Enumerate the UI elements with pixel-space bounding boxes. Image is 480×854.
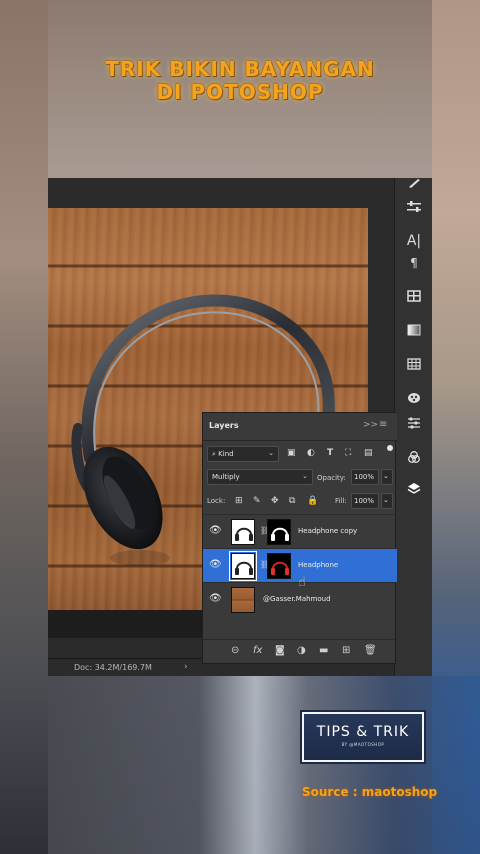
chevron-down-icon: ⌄ xyxy=(383,472,389,480)
opacity-value: 100% xyxy=(354,473,375,481)
background-bottom-blur xyxy=(48,676,480,854)
fill-value: 100% xyxy=(354,497,375,505)
collapse-panel-button[interactable]: >> xyxy=(363,420,378,430)
filter-pixel-icon[interactable]: ▣ xyxy=(287,448,296,458)
blend-mode-select[interactable]: Multiply ⌄ xyxy=(207,469,313,485)
opacity-label: Opacity: xyxy=(317,474,346,482)
headphone-mask-icon xyxy=(271,527,289,541)
overlay-title-line-1: TRIK BIKIN BAYANGAN xyxy=(105,57,375,81)
background-left-blur xyxy=(0,0,48,854)
filter-type-icon[interactable]: T xyxy=(327,448,333,458)
swatches-grid-icon[interactable] xyxy=(395,358,433,374)
layer-name[interactable]: Headphone copy xyxy=(298,527,357,535)
layer-mask-thumbnail[interactable] xyxy=(267,519,291,545)
chevron-down-icon: ⌄ xyxy=(302,472,308,480)
fx-icon[interactable]: fx xyxy=(253,645,262,656)
layer-thumbnail xyxy=(229,551,257,581)
fill-dropdown[interactable]: ⌄ xyxy=(381,493,393,509)
headphone-mask-icon xyxy=(271,561,289,575)
tab-layers[interactable]: Layers xyxy=(209,421,239,430)
visibility-eye-icon[interactable]: 👁 xyxy=(209,559,222,570)
libraries-icon[interactable] xyxy=(395,290,433,306)
lock-position-icon[interactable]: ✥ xyxy=(271,496,279,506)
layers-panel: Layers >> ≡ ⌕ Kind ⌄ ▣ ◐ T ⛶ ▤ Multiply … xyxy=(202,412,397,664)
tips-trik-badge: TIPS & TRIK BY @MAOTOSHOP xyxy=(300,710,426,764)
status-menu-arrow[interactable]: › xyxy=(184,662,188,672)
add-mask-icon[interactable]: ◙ xyxy=(275,645,285,656)
layers-icon[interactable] xyxy=(395,482,433,500)
adjust-sliders-icon[interactable] xyxy=(395,200,433,218)
panel-menu-icon[interactable]: ≡ xyxy=(379,419,387,430)
visibility-eye-icon[interactable]: 👁 xyxy=(209,593,222,604)
paragraph-icon[interactable]: ¶ xyxy=(395,256,433,270)
opacity-input[interactable]: 100% xyxy=(351,469,379,485)
layer-name[interactable]: Headphone xyxy=(298,561,338,569)
mouse-cursor-icon: ☝ xyxy=(298,575,306,590)
link-layers-icon[interactable]: ⊝ xyxy=(231,645,239,656)
opacity-dropdown[interactable]: ⌄ xyxy=(381,469,393,485)
headphone-thumbnail-icon xyxy=(235,527,253,541)
headphone-thumbnail-icon xyxy=(235,561,253,575)
layer-thumbnail xyxy=(231,519,255,545)
filter-smart-object-icon[interactable]: ▤ xyxy=(364,448,373,458)
adjustment-layer-icon[interactable]: ◑ xyxy=(297,645,306,656)
color-wheel-icon[interactable] xyxy=(395,392,433,408)
gradient-icon[interactable] xyxy=(395,324,433,340)
channels-icon[interactable] xyxy=(395,450,433,468)
layer-mask-thumbnail[interactable] xyxy=(267,553,291,579)
brush-icon[interactable] xyxy=(395,178,433,192)
layers-panel-header: Layers >> ≡ xyxy=(203,413,397,441)
layers-panel-footer: ⊝ fx ◙ ◑ ▬ ⊞ 🗑 xyxy=(203,639,397,663)
lock-artboard-icon[interactable]: ⧉ xyxy=(289,496,295,506)
source-credit: Source : maotoshop xyxy=(302,785,438,799)
group-folder-icon[interactable]: ▬ xyxy=(319,645,328,656)
blend-mode-value: Multiply xyxy=(212,473,240,481)
right-panel-toolbar: A| ¶ xyxy=(394,178,432,676)
layer-thumbnail xyxy=(231,587,255,613)
chevron-down-icon: ⌄ xyxy=(383,496,389,504)
lock-all-icon[interactable]: 🔒 xyxy=(307,496,318,506)
layer-name[interactable]: @Gasser.Mahmoud xyxy=(263,595,331,603)
new-layer-icon[interactable]: ⊞ xyxy=(342,645,350,656)
adjustments-icon[interactable] xyxy=(395,416,433,434)
lock-transparent-pixels-icon[interactable]: ⊞ xyxy=(235,496,243,506)
filter-kind-select[interactable]: ⌕ Kind ⌄ xyxy=(207,446,279,462)
filter-kind-label: Kind xyxy=(218,450,234,458)
overlay-title-line-2: DI POTOSHOP xyxy=(156,80,324,104)
layer-row-headphone-copy[interactable]: 👁 ⛓ Headphone copy xyxy=(203,514,397,548)
doc-size-text: Doc: 34.2M/169.7M xyxy=(74,663,152,672)
chevron-down-icon: ⌄ xyxy=(268,449,274,457)
filter-shape-icon[interactable]: ⛶ xyxy=(345,448,351,458)
lock-image-pixels-icon[interactable]: ✎ xyxy=(253,496,261,506)
filter-toggle-icon[interactable] xyxy=(387,445,393,451)
badge-subtitle: BY @MAOTOSHOP xyxy=(341,742,385,747)
fill-input[interactable]: 100% xyxy=(351,493,379,509)
lock-label: Lock: xyxy=(207,497,226,505)
badge-title: TIPS & TRIK xyxy=(316,724,410,740)
filter-adjustment-icon[interactable]: ◐ xyxy=(307,448,315,458)
fill-label: Fill: xyxy=(335,497,347,505)
trash-icon[interactable]: 🗑 xyxy=(364,645,377,656)
character-icon[interactable]: A| xyxy=(395,234,433,248)
visibility-eye-icon[interactable]: 👁 xyxy=(209,525,222,536)
